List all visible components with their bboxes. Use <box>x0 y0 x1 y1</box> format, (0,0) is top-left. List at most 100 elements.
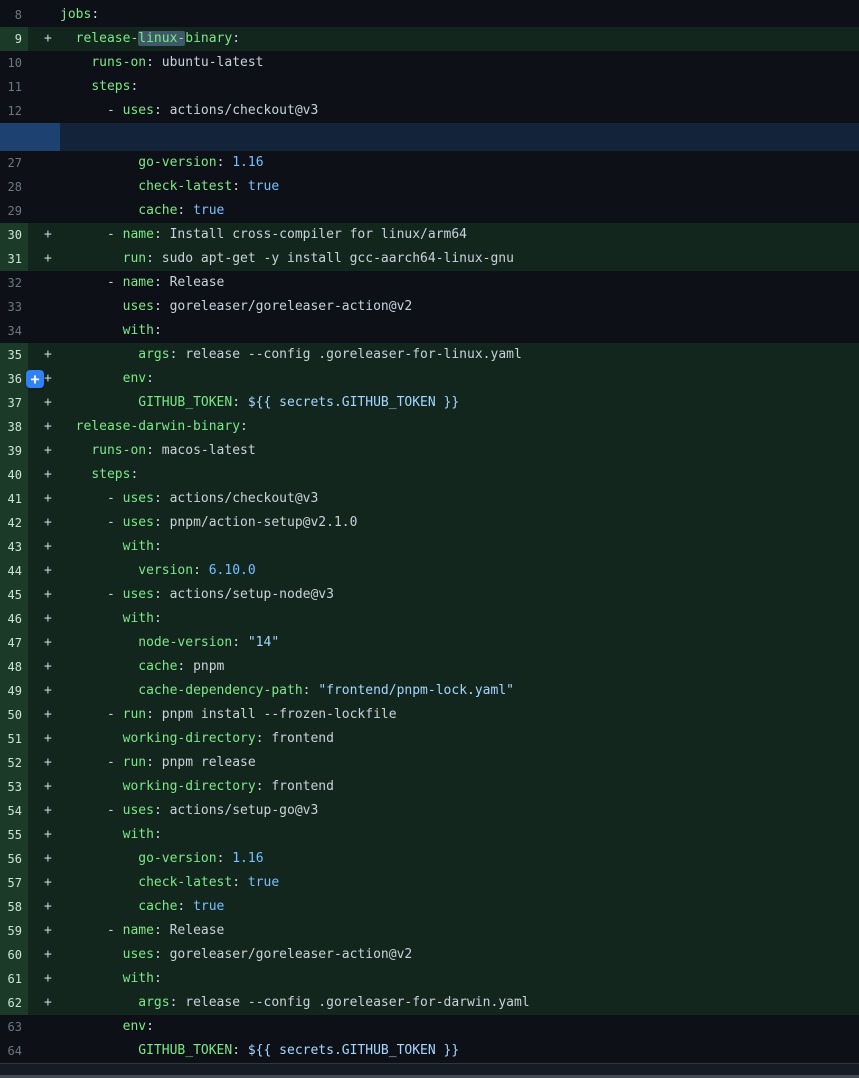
diff-marker: + <box>28 583 60 607</box>
diff-marker: + <box>28 943 60 967</box>
diff-marker: + <box>28 223 60 247</box>
code-text: runs-on: macos-latest <box>60 439 859 463</box>
diff-line: 28 check-latest: true <box>0 175 859 199</box>
diff-line: 31 + run: sudo apt-get -y install gcc-aa… <box>0 247 859 271</box>
line-number[interactable]: 33 <box>0 295 28 319</box>
diff-marker: + <box>28 727 60 751</box>
diff-hunk-expander-gutter[interactable] <box>0 123 60 151</box>
code-text: - name: Release <box>60 271 859 295</box>
line-number[interactable]: 61 <box>0 967 28 991</box>
diff-marker: + <box>28 655 60 679</box>
diff-marker <box>28 51 60 75</box>
line-number[interactable]: 46 <box>0 607 28 631</box>
line-number[interactable]: 37 <box>0 391 28 415</box>
diff-marker: + <box>28 823 60 847</box>
code-text: jobs: <box>60 3 859 27</box>
diff-line: 62 + args: release --config .goreleaser-… <box>0 991 859 1015</box>
code-text: runs-on: ubuntu-latest <box>60 51 859 75</box>
line-number[interactable]: 58 <box>0 895 28 919</box>
diff-line: 46 + with: <box>0 607 859 631</box>
code-text: run: sudo apt-get -y install gcc-aarch64… <box>60 247 859 271</box>
diff-marker: + <box>28 631 60 655</box>
code-text: - uses: actions/checkout@v3 <box>60 487 859 511</box>
diff-marker: + <box>28 487 60 511</box>
line-number[interactable]: 9 <box>0 27 28 51</box>
line-number[interactable]: 11 <box>0 75 28 99</box>
diff-line: 27 go-version: 1.16 <box>0 151 859 175</box>
diff-line: 29 cache: true <box>0 199 859 223</box>
line-number[interactable]: 50 <box>0 703 28 727</box>
diff-marker <box>28 1039 60 1063</box>
line-number[interactable]: 41 <box>0 487 28 511</box>
code-text: cache: pnpm <box>60 655 859 679</box>
diff-line: 35 + args: release --config .goreleaser-… <box>0 343 859 367</box>
line-number[interactable]: 60 <box>0 943 28 967</box>
line-number[interactable]: 32 <box>0 271 28 295</box>
line-number[interactable]: 38 <box>0 415 28 439</box>
line-number[interactable]: 40 <box>0 463 28 487</box>
diff-line: 52 + - run: pnpm release <box>0 751 859 775</box>
diff-line: 57 + check-latest: true <box>0 871 859 895</box>
diff-line: 39 + runs-on: macos-latest <box>0 439 859 463</box>
diff-marker: + <box>28 511 60 535</box>
line-number[interactable]: 51 <box>0 727 28 751</box>
diff-line: 48 + cache: pnpm <box>0 655 859 679</box>
code-text: - name: Install cross-compiler for linux… <box>60 223 859 247</box>
code-text: with: <box>60 823 859 847</box>
diff-marker <box>28 199 60 223</box>
line-number[interactable]: 57 <box>0 871 28 895</box>
diff-marker: + <box>28 799 60 823</box>
diff-line: 40 + steps: <box>0 463 859 487</box>
line-number[interactable]: 8 <box>0 3 28 27</box>
line-number[interactable]: 56 <box>0 847 28 871</box>
diff-line: 56 + go-version: 1.16 <box>0 847 859 871</box>
line-number[interactable]: 27 <box>0 151 28 175</box>
diff-marker <box>28 3 60 27</box>
line-number[interactable]: 34 <box>0 319 28 343</box>
diff-line: 37 + GITHUB_TOKEN: ${{ secrets.GITHUB_TO… <box>0 391 859 415</box>
line-number[interactable]: 64 <box>0 1039 28 1063</box>
code-text: cache-dependency-path: "frontend/pnpm-lo… <box>60 679 859 703</box>
line-number[interactable]: 49 <box>0 679 28 703</box>
diff-marker: + <box>28 535 60 559</box>
line-number[interactable]: 31 <box>0 247 28 271</box>
diff-line: 50 + - run: pnpm install --frozen-lockfi… <box>0 703 859 727</box>
line-number[interactable]: 35 <box>0 343 28 367</box>
diff-file-view: 8 jobs: 9 + release-linux-binary: 10 run… <box>0 0 859 1078</box>
line-number[interactable]: 42 <box>0 511 28 535</box>
line-number[interactable]: 39 <box>0 439 28 463</box>
line-number[interactable]: 28 <box>0 175 28 199</box>
code-text: - name: Release <box>60 919 859 943</box>
code-text: release-linux-binary: <box>60 27 859 51</box>
code-text: version: 6.10.0 <box>60 559 859 583</box>
line-number[interactable]: 45 <box>0 583 28 607</box>
line-number[interactable]: 29 <box>0 199 28 223</box>
line-number[interactable]: 44 <box>0 559 28 583</box>
diff-marker: + <box>28 871 60 895</box>
line-number[interactable]: 52 <box>0 751 28 775</box>
diff-marker: + <box>28 391 60 415</box>
line-number[interactable]: 62 <box>0 991 28 1015</box>
line-number[interactable]: 53 <box>0 775 28 799</box>
line-number[interactable]: 10 <box>0 51 28 75</box>
line-number[interactable]: 48 <box>0 655 28 679</box>
line-number[interactable]: 36 <box>0 367 28 391</box>
line-number[interactable]: 12 <box>0 99 28 123</box>
line-number[interactable]: 63 <box>0 1015 28 1039</box>
line-number[interactable]: 47 <box>0 631 28 655</box>
line-number[interactable]: 59 <box>0 919 28 943</box>
code-text: env: <box>60 1015 859 1039</box>
diff-line: 55 + with: <box>0 823 859 847</box>
line-number[interactable]: 43 <box>0 535 28 559</box>
line-number[interactable]: 55 <box>0 823 28 847</box>
diff-marker: + <box>28 27 60 51</box>
diff-line: 64 GITHUB_TOKEN: ${{ secrets.GITHUB_TOKE… <box>0 1039 859 1063</box>
line-number[interactable]: 30 <box>0 223 28 247</box>
diff-line: 34 with: <box>0 319 859 343</box>
diff-line: 53 + working-directory: frontend <box>0 775 859 799</box>
diff-marker: + <box>28 343 60 367</box>
line-number[interactable]: 54 <box>0 799 28 823</box>
code-text: - uses: actions/setup-go@v3 <box>60 799 859 823</box>
diff-hunk-expander[interactable] <box>0 123 859 151</box>
add-comment-button[interactable]: + <box>26 370 44 388</box>
